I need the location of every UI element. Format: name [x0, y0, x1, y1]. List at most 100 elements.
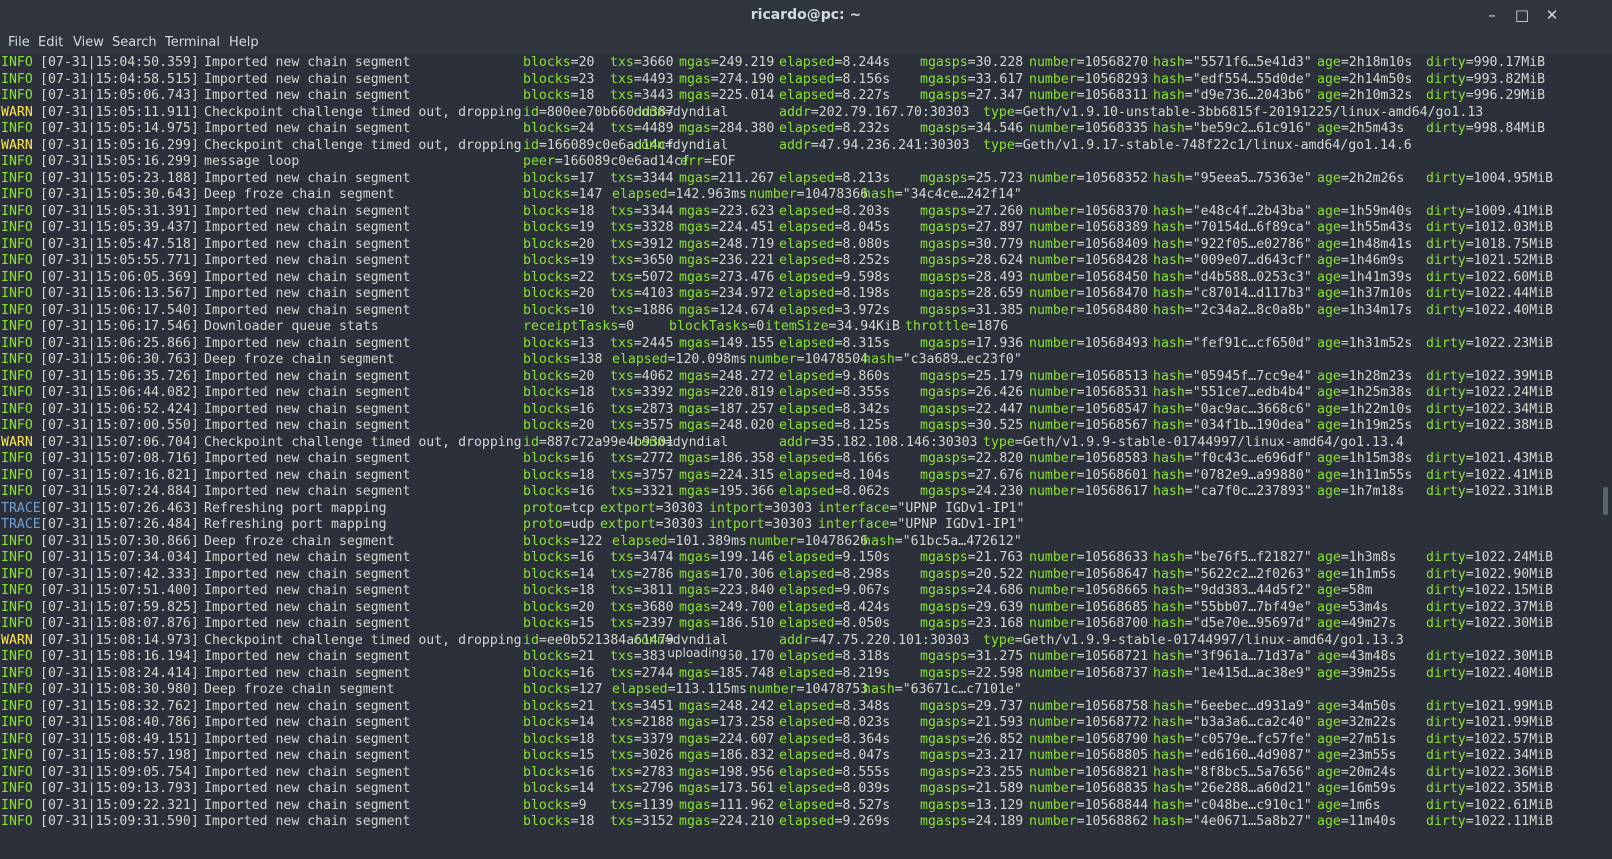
log-field-number: number=10568772	[1029, 715, 1149, 730]
log-level: INFO	[1, 88, 33, 103]
log-field-hash: hash="0782e9…a99880"	[1153, 467, 1312, 483]
log-timestamp: [07-31|15:09:31.590]	[40, 814, 199, 829]
log-field-age: age=32m22s	[1317, 715, 1397, 730]
log-field-blocks: blocks=147	[523, 187, 603, 202]
log-line: INFO [07-31|15:07:51.400] Imported new cha…	[0, 582, 1600, 599]
log-field-intport: intport=30303	[709, 500, 813, 516]
log-message: Imported new chain segment	[204, 71, 411, 87]
log-field-age: age=1h41m39s	[1317, 269, 1413, 285]
log-timestamp: [07-31|15:06:17.546]	[40, 319, 199, 334]
log-message: Imported new chain segment	[204, 418, 411, 433]
log-field-age: age=1h11m55s	[1317, 467, 1413, 483]
log-level: INFO	[1, 665, 33, 681]
log-message: Imported new chain segment	[204, 550, 411, 565]
menu-terminal[interactable]: Terminal	[165, 35, 220, 50]
log-field-blocks: blocks=18	[523, 467, 595, 483]
log-field-hash: hash="0ac9ac…3668c6"	[1153, 401, 1312, 417]
log-field-txs: txs=3680	[610, 599, 674, 615]
log-field-blocks: blocks=16	[523, 764, 595, 780]
log-field-elapsed: elapsed=8.050s	[779, 616, 891, 631]
log-field-number: number=10568862	[1029, 814, 1149, 829]
log-field-txs: txs=2772	[610, 451, 674, 466]
log-field-age: age=2h14m50s	[1317, 71, 1413, 87]
log-field-blocks: blocks=13	[523, 335, 595, 351]
scrollbar[interactable]	[1600, 55, 1612, 859]
log-level: INFO	[1, 550, 33, 565]
menu-edit[interactable]: Edit	[38, 35, 63, 50]
log-line: INFO [07-31|15:05:55.771] Imported new cha…	[0, 252, 1600, 269]
log-field-txs: txs=3379	[610, 731, 674, 747]
log-field-elapsed: elapsed=8.342s	[779, 401, 891, 417]
log-field-hash: hash="c048be…c910c1"	[1153, 797, 1312, 813]
log-field-mgasps: mgasps=17.936	[920, 335, 1024, 351]
log-field-mgasps: mgasps=25.723	[920, 170, 1024, 186]
log-field-elapsed: elapsed=8.227s	[779, 88, 891, 103]
log-field-mgas: mgas=124.674	[679, 302, 775, 318]
log-field-hash: hash="8f8bc5…5a7656"	[1153, 764, 1312, 780]
log-level: INFO	[1, 368, 33, 384]
log-field-number: number=10568758	[1029, 698, 1149, 714]
log-message: message loop	[204, 154, 300, 169]
log-field-blocks: blocks=19	[523, 220, 595, 235]
menu-view[interactable]: View	[73, 35, 104, 50]
terminal-output[interactable]: INFO [07-31|15:04:50.359] Imported new cha…	[0, 55, 1600, 859]
log-field-age: age=1h59m40s	[1317, 203, 1413, 219]
minimize-button[interactable]: –	[1480, 4, 1504, 26]
log-timestamp: [07-31|15:06:25.866]	[40, 335, 199, 351]
log-line: INFO [07-31|15:06:13.567] Imported new cha…	[0, 285, 1600, 302]
log-field-age: age=39m25s	[1317, 665, 1397, 681]
log-timestamp: [07-31|15:07:26.484]	[40, 517, 199, 532]
log-field-mgasps: mgasps=21.763	[920, 550, 1024, 565]
log-line: INFO [07-31|15:06:25.866] Imported new cha…	[0, 335, 1600, 352]
log-level: INFO	[1, 698, 33, 714]
log-field-age: age=1h7m18s	[1317, 484, 1405, 499]
log-level: WARN	[1, 137, 33, 153]
log-field-elapsed: elapsed=8.219s	[779, 665, 891, 681]
log-timestamp: [07-31|15:09:13.793]	[40, 781, 199, 796]
menu-file[interactable]: File	[8, 35, 30, 50]
log-field-txs: txs=5072	[610, 269, 674, 285]
log-field-hash: hash="05945f…7cc9e4"	[1153, 368, 1312, 384]
log-field-dirty: dirty=1022.34MiB	[1426, 401, 1554, 417]
log-line: INFO [07-31|15:06:30.763] Deep froze chain…	[0, 351, 1600, 368]
log-timestamp: [07-31|15:06:30.763]	[40, 352, 199, 367]
menu-search[interactable]: Search	[112, 35, 157, 50]
log-field-mgas: mgas=173.258	[679, 715, 775, 730]
log-message: Imported new chain segment	[204, 566, 411, 582]
log-field-mgasps: mgasps=28.624	[920, 253, 1024, 268]
log-field-blocks: blocks=138	[523, 352, 603, 367]
log-line: INFO [07-31|15:07:08.716] Imported new cha…	[0, 450, 1600, 467]
log-field-hash: hash="9dd383…44d5f2"	[1153, 583, 1312, 598]
log-field-number: number=10568601	[1029, 467, 1149, 483]
close-button[interactable]: ✕	[1540, 4, 1564, 26]
log-field-age: age=1h28m23s	[1317, 368, 1413, 384]
log-field-addr: addr=35.182.108.146:30303	[779, 434, 978, 450]
menu-bar: File Edit View Search Terminal Help	[0, 31, 1612, 55]
log-field-txs: txs=383	[610, 649, 666, 664]
log-field-age: age=1h31m52s	[1317, 335, 1413, 351]
log-field-elapsed: elapsed=9.269s	[779, 814, 891, 829]
log-field-elapsed: elapsed=8.252s	[779, 253, 891, 268]
log-field-hash: hash="be76f5…f21827"	[1153, 550, 1312, 565]
log-field-hash: hash="d4b588…0253c3"	[1153, 269, 1312, 285]
log-field-mgas: mgas=170.306	[679, 566, 775, 582]
menu-help[interactable]: Help	[229, 35, 259, 50]
log-field-elapsed: elapsed=8.232s	[779, 121, 891, 136]
log-field-blocks: blocks=9	[523, 797, 587, 813]
log-field-number: number=10568617	[1029, 484, 1149, 499]
log-field-number: number=10568409	[1029, 236, 1149, 252]
scrollbar-thumb[interactable]	[1603, 487, 1608, 515]
log-field-blocks: blocks=24	[523, 121, 595, 136]
log-field-peer: peer=166089c0e6ad14cf	[523, 154, 690, 169]
log-field-dirty: dirty=1009.41MiB	[1426, 203, 1554, 219]
log-line: WARN [07-31|15:05:11.911] Checkpoint chall…	[0, 104, 1600, 121]
log-field-mgasps: mgasps=33.617	[920, 71, 1024, 87]
maximize-button[interactable]: □	[1510, 4, 1534, 26]
log-message: Imported new chain segment	[204, 220, 411, 235]
log-message: Imported new chain segment	[204, 203, 411, 219]
log-field-dirty: dirty=1021.43MiB	[1426, 451, 1554, 466]
log-field-age: age=1h15m38s	[1317, 451, 1413, 466]
log-field-mgasps: mgasps=23.217	[920, 748, 1024, 763]
log-line: INFO [07-31|15:07:24.884] Imported new cha…	[0, 483, 1600, 500]
log-field-hash: hash="edf554…55d0de"	[1153, 71, 1312, 87]
